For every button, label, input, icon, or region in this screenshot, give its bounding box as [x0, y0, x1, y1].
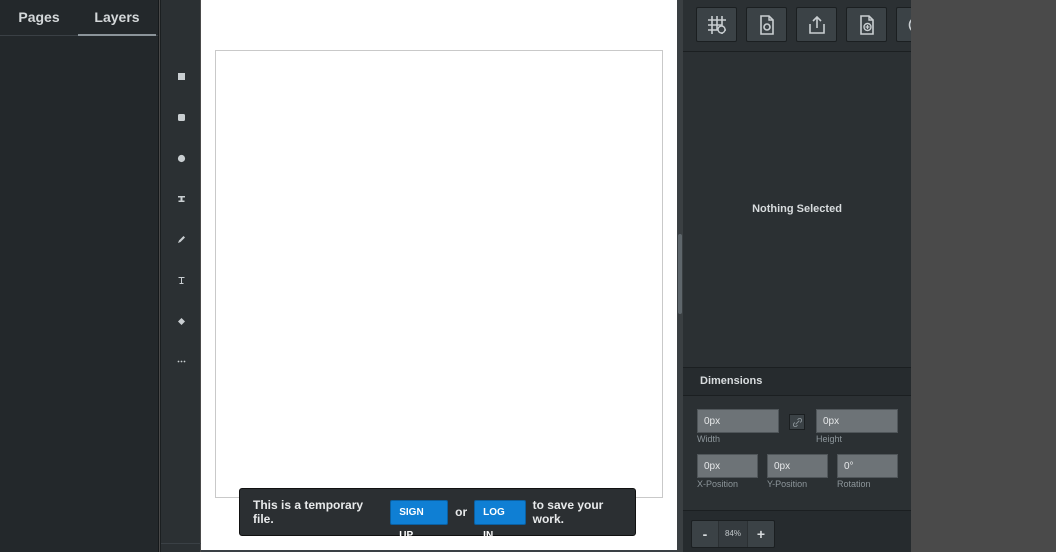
zoom-level[interactable]: 84% — [718, 521, 748, 547]
y-position-input[interactable] — [767, 454, 828, 478]
zoom-control: - 84% + — [691, 520, 775, 548]
rounded-rectangle-tool-icon[interactable] — [161, 104, 201, 130]
link-dimensions-button[interactable] — [789, 414, 805, 430]
toast-message: This is a temporary file. — [253, 498, 364, 526]
pen-tool-icon[interactable] — [161, 226, 201, 252]
grid-icon — [707, 15, 726, 34]
zoom-out-button[interactable]: - — [692, 521, 718, 547]
paint-bucket-tool-icon[interactable] — [161, 308, 201, 334]
tool-rail — [160, 0, 201, 552]
zoom-in-button[interactable]: + — [748, 521, 774, 547]
right-toolbar — [683, 0, 911, 52]
text-tool-icon[interactable] — [161, 267, 201, 293]
rectangle-tool-icon[interactable] — [161, 63, 201, 89]
document-gear-icon — [759, 14, 774, 35]
temporary-file-toast: This is a temporary file. SIGN UP or LOG… — [239, 488, 636, 541]
rail-divider — [161, 543, 201, 544]
height-input[interactable] — [816, 409, 898, 433]
x-position-input[interactable] — [697, 454, 758, 478]
nothing-selected-text: Nothing Selected — [752, 203, 842, 215]
app-window: Pages Layers This is a temporary file. S… — [0, 0, 1056, 552]
document-settings-button[interactable] — [746, 7, 787, 42]
left-panel: Pages Layers — [0, 0, 159, 552]
toast-message-end: to save your work. — [532, 498, 604, 526]
link-icon — [792, 417, 802, 427]
tab-layers[interactable]: Layers — [78, 0, 156, 36]
width-label: Width — [697, 434, 721, 444]
tab-pages[interactable]: Pages — [0, 0, 78, 36]
document-add-icon — [859, 14, 874, 35]
canvas-area[interactable] — [201, 0, 677, 552]
y-position-label: Y-Position — [767, 479, 808, 489]
left-panel-tabs: Pages Layers — [0, 0, 158, 36]
canvas-scrollbar-thumb[interactable] — [678, 234, 682, 314]
rotation-label: Rotation — [837, 479, 871, 489]
outer-background — [911, 0, 1056, 552]
zoom-bar: - 84% + — [683, 510, 911, 552]
height-label: Height — [816, 434, 843, 444]
sign-up-button[interactable]: SIGN UP — [390, 499, 449, 541]
right-panel: Nothing Selected Dimensions Width Height… — [683, 0, 911, 552]
ellipse-tool-icon[interactable] — [161, 145, 201, 171]
x-position-label: X-Position — [697, 479, 739, 489]
more-tools-icon[interactable] — [161, 348, 201, 374]
grid-settings-button[interactable] — [696, 7, 737, 42]
toast-or-text: or — [455, 505, 468, 519]
history-button[interactable] — [896, 7, 911, 42]
artboard[interactable] — [215, 50, 663, 498]
share-icon — [808, 15, 825, 34]
rotation-input[interactable] — [837, 454, 898, 478]
stamp-tool-icon[interactable] — [161, 186, 201, 212]
new-document-button[interactable] — [846, 7, 887, 42]
width-input[interactable] — [697, 409, 779, 433]
export-button[interactable] — [796, 7, 837, 42]
dimensions-header: Dimensions — [683, 367, 911, 396]
log-in-button[interactable]: LOG IN — [474, 499, 526, 541]
